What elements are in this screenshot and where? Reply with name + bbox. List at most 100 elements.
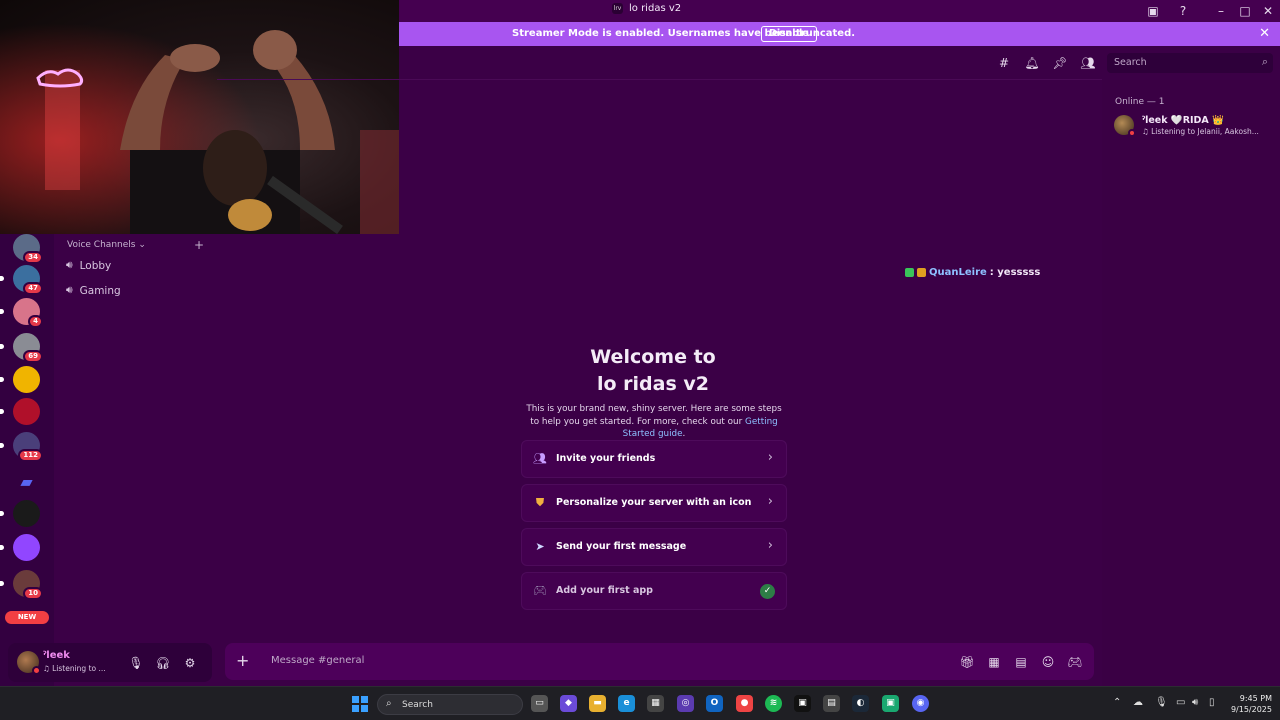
member-list-icon[interactable]: 👥︎ [1080,55,1096,71]
step-label: Invite your friends [556,453,656,464]
server-icon[interactable]: ▰ [13,468,40,495]
paper-plane-icon: ➤ [535,540,545,553]
edge-browser-icon[interactable]: e [618,695,635,712]
user-status: Listening to ... [52,664,106,673]
server-icon[interactable]: 4 [0,298,43,328]
volume-icon[interactable]: 🔊︎ [1192,697,1198,708]
status-indicator [32,666,41,675]
app-icon[interactable]: ▣ [794,695,811,712]
overlay-text: : yesssss [989,267,1041,278]
spotify-icon[interactable]: ≋ [765,695,782,712]
voice-channel-gaming[interactable]: 🔊︎ Gaming [66,284,121,297]
taskbar-search-placeholder: Search [402,700,433,710]
server-icon[interactable]: 34 [13,234,43,264]
disable-streamer-mode-button[interactable]: Disable [761,26,817,42]
taskbar-search[interactable]: ⌕ Search [377,694,523,715]
task-view-icon[interactable]: ▭ [531,695,548,712]
overlay-chat-message: QuanLeire : yesssss [905,267,1040,278]
headphones-icon[interactable]: 🎧︎ [155,655,171,671]
microphone-icon[interactable]: 🎙︎ [1155,697,1168,708]
server-icon[interactable]: 10 [0,570,43,600]
app-icon[interactable]: ▣ [882,695,899,712]
gif-icon[interactable]: ▦ [986,654,1002,670]
pinned-messages-icon[interactable]: 📌︎ [1052,55,1068,71]
mention-badge: 112 [18,449,43,462]
chevron-right-icon: › [767,538,773,553]
chrome-icon[interactable]: ● [736,695,753,712]
category-voice-channels[interactable]: Voice Channels ⌄ [67,240,146,250]
welcome-title-line: Welcome to [590,346,716,368]
server-icon[interactable]: 112 [0,432,43,462]
discord-icon[interactable]: ◉ [912,695,929,712]
server-icon[interactable] [0,500,40,527]
welcome-server-name: lo ridas v2 [596,373,709,395]
message-composer[interactable]: + Message #general 🎁︎ ▦ ▤ ☺ 🎮︎ [225,643,1094,680]
server-icon[interactable]: 69 [0,333,43,363]
speaker-icon: 🔊︎ [66,259,73,271]
minimize-button[interactable]: – [1213,3,1229,19]
show-hidden-icons[interactable]: ⌃ [1113,697,1121,708]
server-icon[interactable] [0,366,40,393]
server-avatar [13,366,40,393]
battery-icon[interactable]: ▯ [1209,697,1215,708]
step-send-message[interactable]: ➤ Send your first message › [521,528,787,566]
welcome-description: This is your brand new, shiny server. He… [521,403,787,441]
notification-bell-icon[interactable]: 🔔︎ [1024,55,1040,71]
app-icon[interactable]: ▤ [823,695,840,712]
clock-date: 9/15/2025 [1230,705,1272,714]
search-placeholder: Search [1114,57,1147,68]
server-icon[interactable]: 47 [0,265,43,295]
voice-channel-label: Gaming [79,284,121,297]
server-icon[interactable] [0,398,40,425]
help-icon[interactable]: ? [1175,3,1191,19]
server-avatar [13,500,40,527]
checkmark-icon: ✓ [760,584,775,599]
search-box[interactable]: Search ⌕ [1107,53,1273,73]
message-input[interactable]: Message #general [271,655,364,666]
outlook-icon[interactable]: O [706,695,723,712]
maximize-button[interactable]: □ [1237,3,1253,19]
emoji-icon[interactable]: ☺ [1040,654,1056,670]
server-icon[interactable] [0,534,40,561]
close-window-button[interactable]: ✕ [1260,3,1276,19]
threads-icon[interactable]: # [996,55,1012,71]
apps-icon[interactable]: 🎮︎ [1067,654,1083,670]
invite-friends-icon: 👥︎ [533,452,547,465]
steam-icon[interactable]: ◐ [852,695,869,712]
user-avatar[interactable] [17,651,41,675]
category-label: Voice Channels [67,240,136,250]
member-avatar[interactable] [1114,115,1136,137]
system-clock[interactable]: 9:45 PM 9/15/2025 [1228,693,1272,715]
add-channel-icon[interactable]: + [194,238,204,252]
clock-time: 9:45 PM [1239,694,1272,703]
microsoft-store-icon[interactable]: ▦ [647,695,664,712]
sticker-icon[interactable]: ▤ [1013,654,1029,670]
voice-channel-lobby[interactable]: 🔊︎ Lobby [66,259,111,272]
new-badge[interactable]: NEW [5,611,49,624]
network-icon[interactable]: ▭ [1176,697,1185,708]
add-attachment-icon[interactable]: + [236,651,249,670]
onedrive-icon[interactable]: ☁ [1133,697,1143,708]
settings-gear-icon[interactable]: ⚙ [182,655,198,671]
gift-icon[interactable]: 🎁︎ [959,654,975,670]
step-personalize-server[interactable]: ⛊ Personalize your server with an icon › [521,484,787,522]
file-explorer-icon[interactable]: ▬ [589,695,606,712]
game-controller-icon: 🎮︎ [533,584,547,597]
screen-share-icon[interactable]: ▣ [1145,3,1161,19]
voice-channel-label: Lobby [79,259,112,272]
search-icon: ⌕ [1261,55,1268,68]
search-icon: ⌕ [386,698,392,709]
copilot-icon[interactable]: ◆ [560,695,577,712]
overlay-username: QuanLeire [929,267,987,278]
member-activity-text: Listening to Jelanii, Aakosh... [1151,127,1259,136]
username[interactable]: ˀleek [43,650,70,661]
microphone-icon[interactable]: 🎙︎ [128,655,144,671]
step-invite-friends[interactable]: 👥︎ Invite your friends › [521,440,787,478]
step-add-app[interactable]: 🎮︎ Add your first app ✓ [521,572,787,610]
windows-start-icon[interactable] [352,696,368,712]
member-name[interactable]: ˀleek 🤍RIDA 👑 [1142,115,1224,126]
status-indicator [1128,129,1136,137]
close-banner-icon[interactable]: ✕ [1259,26,1270,41]
app-icon[interactable]: ◎ [677,695,694,712]
badge-icon [905,268,914,277]
